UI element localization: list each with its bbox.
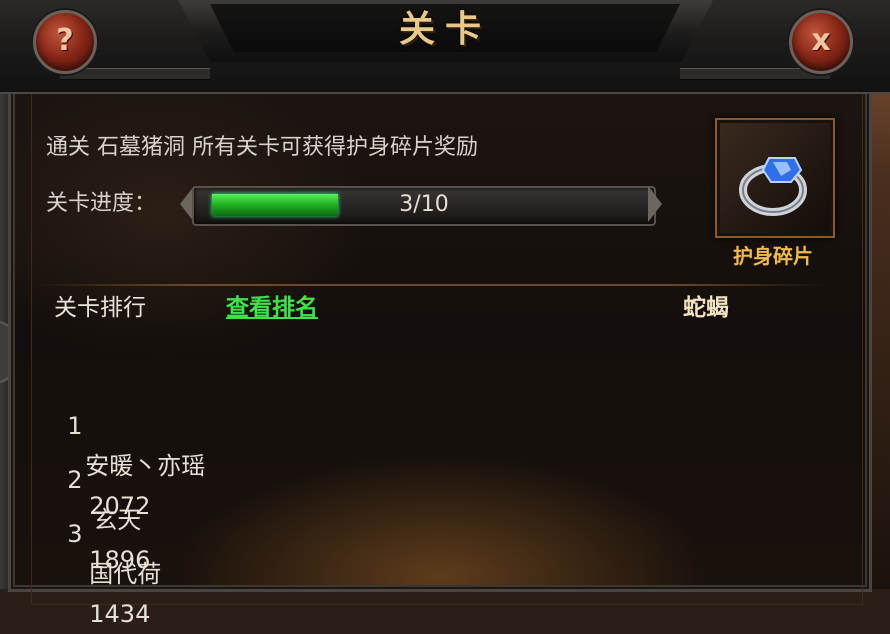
player-name: 国代荷 [89, 560, 162, 588]
ranking-row: 3 国代荷 1434 [52, 474, 161, 628]
close-button[interactable]: x [789, 10, 853, 74]
question-icon: ? [56, 23, 74, 58]
help-button[interactable]: ? [33, 10, 97, 74]
reward-item-slot[interactable] [715, 118, 835, 238]
ranking-row: 1 安暖丶亦瑶 2072 [52, 366, 205, 520]
stage-boss-name: 蛇蝎 [683, 295, 729, 321]
reward-item-name: 护身碎片 [733, 244, 813, 268]
view-ranking-link[interactable]: 查看排名 [226, 290, 318, 326]
ranking-title: 关卡排行 [54, 295, 146, 321]
header-ornament-left [60, 68, 210, 80]
ranking-row: 2 玄天 1896 [52, 420, 150, 574]
progress-label: 关卡进度： [46, 191, 157, 216]
clear-requirement-text: 通关 石墓猪洞 所有关卡可获得护身碎片奖励 [46, 135, 478, 160]
progress-value: 3/10 [399, 192, 449, 217]
close-icon: x [811, 23, 831, 58]
dialog-title: 关卡 [398, 8, 491, 50]
ring-icon [739, 157, 807, 216]
stage-progress-bar: 3/10 [192, 186, 656, 226]
rank-number: 3 [67, 520, 83, 548]
section-divider [36, 284, 826, 286]
player-score: 1434 [89, 600, 151, 628]
